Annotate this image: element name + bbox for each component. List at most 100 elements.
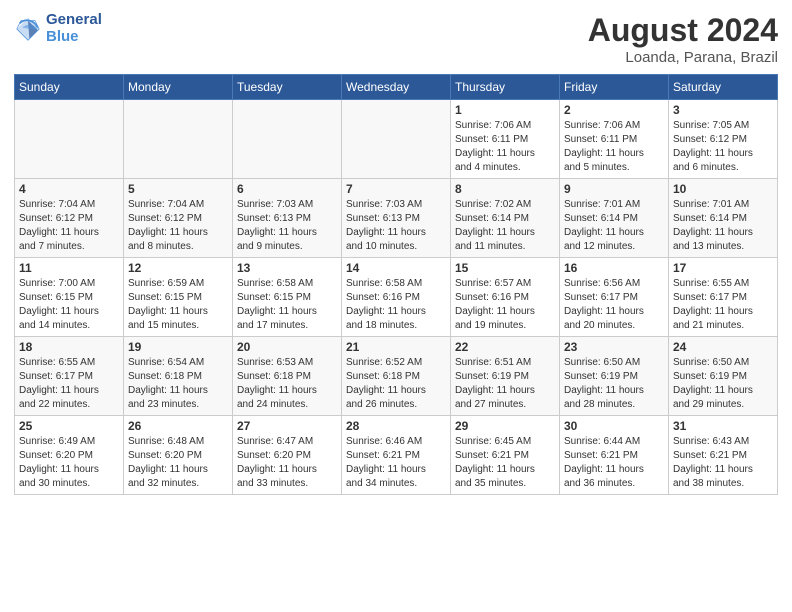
- calendar: SundayMondayTuesdayWednesdayThursdayFrid…: [14, 74, 778, 495]
- day-info: Sunrise: 6:57 AM Sunset: 6:16 PM Dayligh…: [455, 277, 555, 333]
- logo: General Blue: [14, 12, 102, 45]
- calendar-cell: 14Sunrise: 6:58 AM Sunset: 6:16 PM Dayli…: [342, 258, 451, 337]
- calendar-cell: 26Sunrise: 6:48 AM Sunset: 6:20 PM Dayli…: [124, 416, 233, 495]
- calendar-cell: 27 Sunrise: 6:47 AM Sunset: 6:20 PM Dayli…: [233, 416, 342, 495]
- day-number: 6: [237, 182, 337, 196]
- day-number: 15: [455, 261, 555, 275]
- weekday-header-tuesday: Tuesday: [233, 75, 342, 100]
- day-info: Sunrise: 6:55 AM Sunset: 6:17 PM Dayligh…: [19, 356, 119, 412]
- day-info: Sunrise: 7:04 AM Sunset: 6:12 PM Dayligh…: [128, 198, 228, 254]
- calendar-cell: 12 Sunrise: 6:59 AM Sunset: 6:15 PM Dayli…: [124, 258, 233, 337]
- calendar-cell: 19Sunrise: 6:54 AM Sunset: 6:18 PM Dayli…: [124, 337, 233, 416]
- calendar-cell: 4 Sunrise: 7:04 AM Sunset: 6:12 PM Daylig…: [15, 179, 124, 258]
- day-number: 8: [455, 182, 555, 196]
- day-info: Sunrise: 6:53 AM Sunset: 6:18 PM Dayligh…: [237, 356, 337, 412]
- weekday-header-thursday: Thursday: [451, 75, 560, 100]
- day-number: 2: [564, 103, 664, 117]
- day-number: 7: [346, 182, 446, 196]
- day-number: 28: [346, 419, 446, 433]
- month-year: August 2024: [588, 12, 778, 49]
- day-info: Sunrise: 7:01 AM Sunset: 6:14 PM Dayligh…: [564, 198, 664, 254]
- day-info: Sunrise: 6:48 AM Sunset: 6:20 PM Dayligh…: [128, 435, 228, 491]
- weekday-header-monday: Monday: [124, 75, 233, 100]
- day-number: 14: [346, 261, 446, 275]
- calendar-cell: [15, 100, 124, 179]
- calendar-cell: 10 Sunrise: 7:01 AM Sunset: 6:14 PM Dayli…: [669, 179, 778, 258]
- day-info: Sunrise: 6:56 AM Sunset: 6:17 PM Dayligh…: [564, 277, 664, 333]
- calendar-cell: 29 Sunrise: 6:45 AM Sunset: 6:21 PM Dayli…: [451, 416, 560, 495]
- day-info: Sunrise: 7:06 AM Sunset: 6:11 PM Dayligh…: [455, 119, 555, 175]
- calendar-cell: 22 Sunrise: 6:51 AM Sunset: 6:19 PM Dayli…: [451, 337, 560, 416]
- day-number: 24: [673, 340, 773, 354]
- day-number: 17: [673, 261, 773, 275]
- day-info: Sunrise: 6:55 AM Sunset: 6:17 PM Dayligh…: [673, 277, 773, 333]
- header: General Blue August 2024 Loanda, Parana,…: [14, 12, 778, 66]
- day-info: Sunrise: 7:04 AM Sunset: 6:12 PM Dayligh…: [19, 198, 119, 254]
- day-info: Sunrise: 6:50 AM Sunset: 6:19 PM Dayligh…: [673, 356, 773, 412]
- calendar-cell: 15 Sunrise: 6:57 AM Sunset: 6:16 PM Dayli…: [451, 258, 560, 337]
- calendar-cell: 9Sunrise: 7:01 AM Sunset: 6:14 PM Daylig…: [560, 179, 669, 258]
- day-info: Sunrise: 7:03 AM Sunset: 6:13 PM Dayligh…: [346, 198, 446, 254]
- day-info: Sunrise: 6:43 AM Sunset: 6:21 PM Dayligh…: [673, 435, 773, 491]
- week-row-3: 18Sunrise: 6:55 AM Sunset: 6:17 PM Dayli…: [15, 337, 778, 416]
- day-number: 12: [128, 261, 228, 275]
- calendar-cell: 13Sunrise: 6:58 AM Sunset: 6:15 PM Dayli…: [233, 258, 342, 337]
- day-info: Sunrise: 6:59 AM Sunset: 6:15 PM Dayligh…: [128, 277, 228, 333]
- weekday-header-row: SundayMondayTuesdayWednesdayThursdayFrid…: [15, 75, 778, 100]
- calendar-cell: 30 Sunrise: 6:44 AM Sunset: 6:21 PM Dayli…: [560, 416, 669, 495]
- day-number: 22: [455, 340, 555, 354]
- calendar-cell: [124, 100, 233, 179]
- day-info: Sunrise: 7:01 AM Sunset: 6:14 PM Dayligh…: [673, 198, 773, 254]
- day-number: 21: [346, 340, 446, 354]
- week-row-1: 4 Sunrise: 7:04 AM Sunset: 6:12 PM Daylig…: [15, 179, 778, 258]
- weekday-header-saturday: Saturday: [669, 75, 778, 100]
- day-info: Sunrise: 6:46 AM Sunset: 6:21 PM Dayligh…: [346, 435, 446, 491]
- calendar-cell: 1 Sunrise: 7:06 AM Sunset: 6:11 PM Daylig…: [451, 100, 560, 179]
- calendar-cell: 21Sunrise: 6:52 AM Sunset: 6:18 PM Dayli…: [342, 337, 451, 416]
- weekday-header-friday: Friday: [560, 75, 669, 100]
- weekday-header-wednesday: Wednesday: [342, 75, 451, 100]
- calendar-cell: 3 Sunrise: 7:05 AM Sunset: 6:12 PM Daylig…: [669, 100, 778, 179]
- day-info: Sunrise: 7:03 AM Sunset: 6:13 PM Dayligh…: [237, 198, 337, 254]
- calendar-cell: 7 Sunrise: 7:03 AM Sunset: 6:13 PM Daylig…: [342, 179, 451, 258]
- day-number: 31: [673, 419, 773, 433]
- title-block: August 2024 Loanda, Parana, Brazil: [588, 12, 778, 66]
- day-info: Sunrise: 6:47 AM Sunset: 6:20 PM Dayligh…: [237, 435, 337, 491]
- day-number: 10: [673, 182, 773, 196]
- day-number: 3: [673, 103, 773, 117]
- day-number: 4: [19, 182, 119, 196]
- day-number: 25: [19, 419, 119, 433]
- day-number: 20: [237, 340, 337, 354]
- calendar-cell: 23Sunrise: 6:50 AM Sunset: 6:19 PM Dayli…: [560, 337, 669, 416]
- calendar-cell: 2 Sunrise: 7:06 AM Sunset: 6:11 PM Daylig…: [560, 100, 669, 179]
- day-info: Sunrise: 7:06 AM Sunset: 6:11 PM Dayligh…: [564, 119, 664, 175]
- week-row-0: 1 Sunrise: 7:06 AM Sunset: 6:11 PM Daylig…: [15, 100, 778, 179]
- day-info: Sunrise: 6:51 AM Sunset: 6:19 PM Dayligh…: [455, 356, 555, 412]
- day-info: Sunrise: 7:05 AM Sunset: 6:12 PM Dayligh…: [673, 119, 773, 175]
- week-row-2: 11Sunrise: 7:00 AM Sunset: 6:15 PM Dayli…: [15, 258, 778, 337]
- calendar-cell: 18Sunrise: 6:55 AM Sunset: 6:17 PM Dayli…: [15, 337, 124, 416]
- day-info: Sunrise: 6:45 AM Sunset: 6:21 PM Dayligh…: [455, 435, 555, 491]
- calendar-cell: [233, 100, 342, 179]
- calendar-cell: 11Sunrise: 7:00 AM Sunset: 6:15 PM Dayli…: [15, 258, 124, 337]
- day-number: 19: [128, 340, 228, 354]
- calendar-cell: 24 Sunrise: 6:50 AM Sunset: 6:19 PM Dayli…: [669, 337, 778, 416]
- calendar-cell: 8Sunrise: 7:02 AM Sunset: 6:14 PM Daylig…: [451, 179, 560, 258]
- logo-text: General Blue: [46, 12, 102, 45]
- day-info: Sunrise: 6:44 AM Sunset: 6:21 PM Dayligh…: [564, 435, 664, 491]
- day-info: Sunrise: 7:00 AM Sunset: 6:15 PM Dayligh…: [19, 277, 119, 333]
- calendar-cell: 5Sunrise: 7:04 AM Sunset: 6:12 PM Daylig…: [124, 179, 233, 258]
- calendar-cell: 28 Sunrise: 6:46 AM Sunset: 6:21 PM Dayli…: [342, 416, 451, 495]
- day-number: 27: [237, 419, 337, 433]
- day-number: 16: [564, 261, 664, 275]
- day-number: 30: [564, 419, 664, 433]
- day-number: 13: [237, 261, 337, 275]
- location: Loanda, Parana, Brazil: [588, 49, 778, 66]
- day-number: 29: [455, 419, 555, 433]
- calendar-cell: 31 Sunrise: 6:43 AM Sunset: 6:21 PM Dayli…: [669, 416, 778, 495]
- calendar-cell: [342, 100, 451, 179]
- day-number: 1: [455, 103, 555, 117]
- week-row-4: 25Sunrise: 6:49 AM Sunset: 6:20 PM Dayli…: [15, 416, 778, 495]
- logo-icon: [14, 15, 42, 43]
- calendar-cell: 25Sunrise: 6:49 AM Sunset: 6:20 PM Dayli…: [15, 416, 124, 495]
